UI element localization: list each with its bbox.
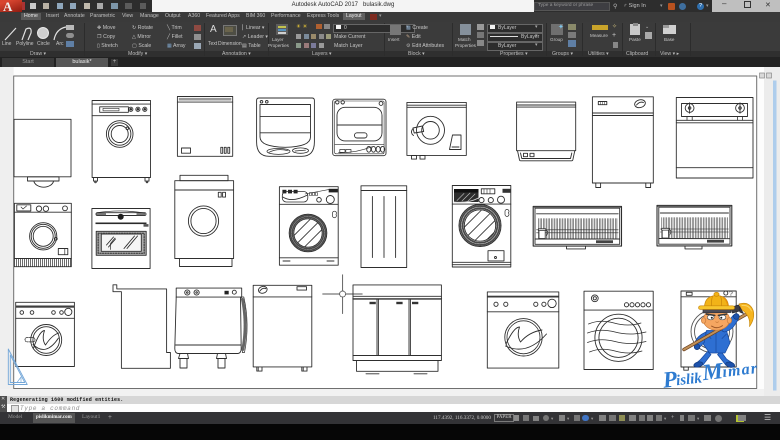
svg-text:islik: islik xyxy=(675,370,703,389)
